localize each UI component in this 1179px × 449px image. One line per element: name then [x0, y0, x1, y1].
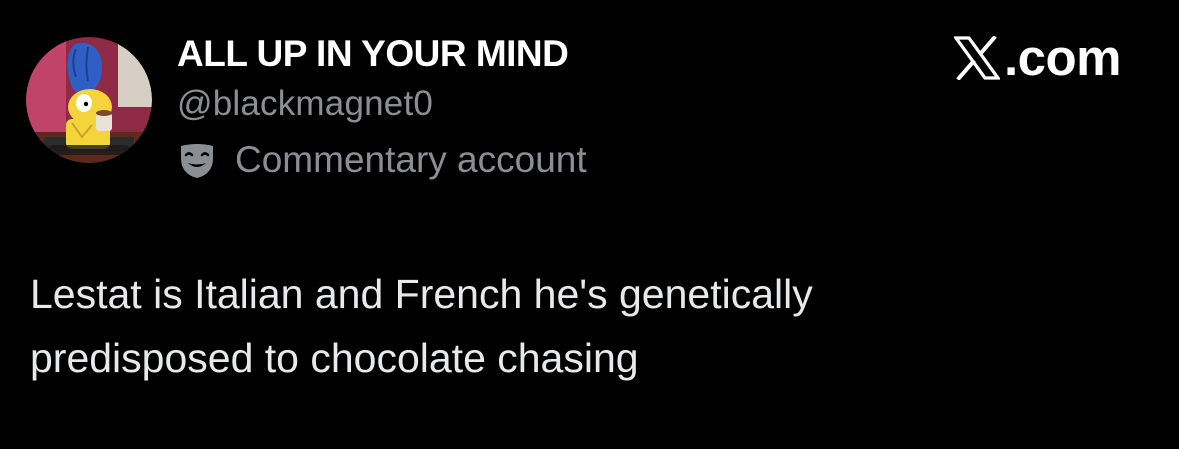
x-logo-icon: [953, 36, 1000, 80]
author-handle[interactable]: @blackmagnet0: [177, 82, 433, 126]
tweet-card: ALL UP IN YOUR MIND @blackmagnet0 Commen…: [0, 0, 1179, 449]
account-label-text: Commentary account: [235, 139, 587, 180]
avatar[interactable]: [26, 37, 152, 163]
tweet-text: Lestat is Italian and French he's geneti…: [30, 262, 1140, 390]
author-display-name[interactable]: ALL UP IN YOUR MIND: [177, 32, 569, 76]
theater-mask-icon: [181, 144, 213, 178]
tweet-text-line: Lestat is Italian and French he's geneti…: [30, 271, 813, 317]
avatar-image: [26, 37, 152, 163]
tweet-text-line: predisposed to chocolate chasing: [30, 335, 639, 381]
brand-text: .com: [1003, 29, 1122, 86]
account-label: Commentary account: [177, 138, 587, 182]
x-brand-watermark: .com: [953, 29, 1122, 86]
